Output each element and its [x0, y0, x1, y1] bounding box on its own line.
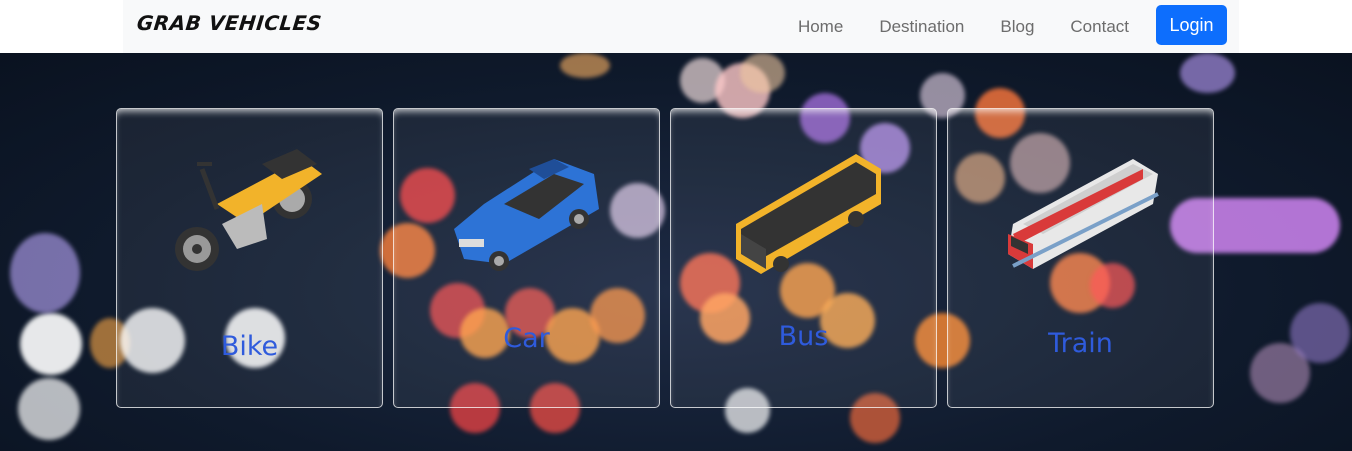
vehicle-card-car[interactable]: Car: [393, 108, 660, 408]
vehicle-card-bike[interactable]: Bike: [116, 108, 383, 408]
nav-links: Home Destination Blog Contact: [762, 0, 1129, 53]
vehicle-card-bus[interactable]: Bus: [670, 108, 937, 408]
bus-icon: [736, 154, 881, 274]
nav-link-destination[interactable]: Destination: [879, 17, 964, 37]
vehicle-card-train[interactable]: Train: [947, 108, 1214, 408]
car-icon: [454, 159, 599, 271]
nav-link-blog[interactable]: Blog: [1000, 17, 1034, 37]
login-button[interactable]: Login: [1156, 5, 1227, 45]
nav-link-contact[interactable]: Contact: [1070, 17, 1129, 37]
vehicle-label-bike: Bike: [220, 331, 279, 362]
brand-logo[interactable]: GRAB VEHICLES: [136, 11, 323, 35]
vehicle-label-car: Car: [503, 323, 550, 354]
motorcycle-icon: [175, 149, 322, 271]
vehicle-label-bus: Bus: [778, 321, 829, 352]
nav-link-home[interactable]: Home: [798, 17, 843, 37]
train-icon: [1008, 159, 1159, 269]
hero-section: Bike Car Bus Train: [0, 53, 1352, 451]
vehicle-label-train: Train: [1048, 328, 1113, 359]
navbar: GRAB VEHICLES Home Destination Blog Cont…: [123, 0, 1239, 53]
